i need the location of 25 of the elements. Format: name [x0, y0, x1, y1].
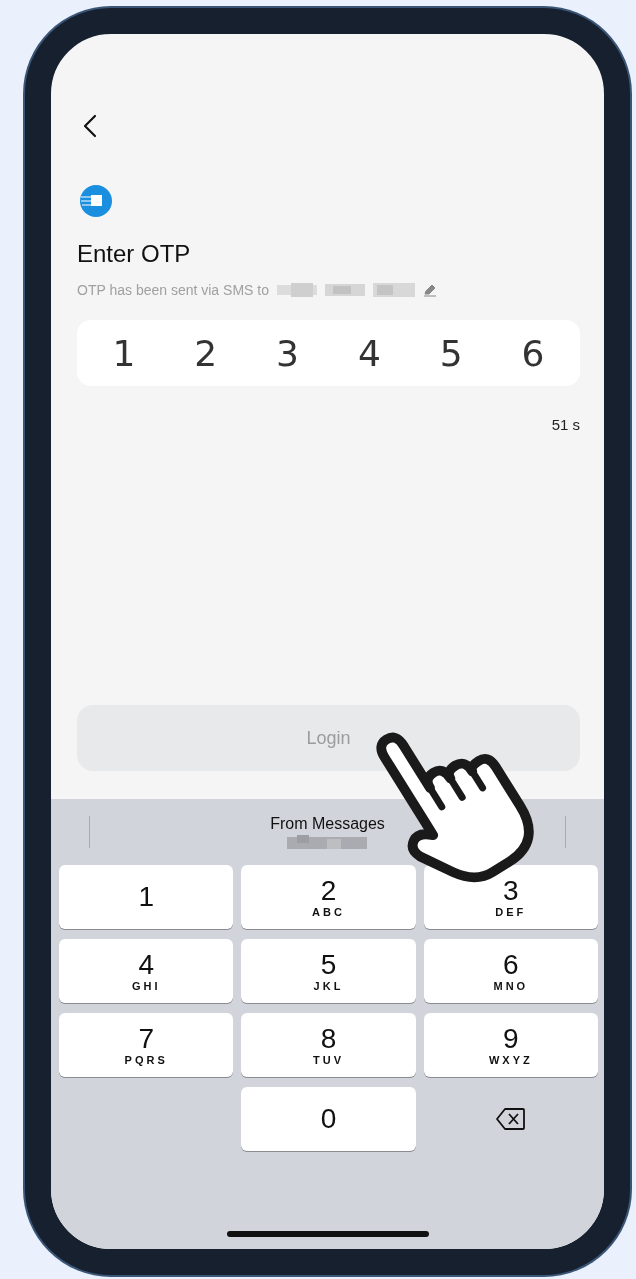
otp-digit: 4: [357, 332, 381, 374]
keypad-key[interactable]: 7 PQRS: [59, 1013, 234, 1077]
keypad-key[interactable]: 9 WXYZ: [423, 1013, 598, 1077]
keypad-key[interactable]: 6 MNO: [423, 939, 598, 1003]
subtitle-text: OTP has been sent via SMS to: [77, 282, 269, 298]
otp-digit: 1: [112, 332, 136, 374]
suggestion-text[interactable]: From Messages: [270, 815, 385, 833]
keypad-key[interactable]: 2 ABC: [241, 865, 416, 929]
countdown-timer: 51 s: [551, 416, 580, 433]
otp-field[interactable]: 1 2 3 4 5 6: [77, 320, 580, 386]
backspace-icon[interactable]: [495, 1107, 526, 1131]
logo-icon: [79, 184, 113, 218]
keypad-key[interactable]: 0: [241, 1087, 416, 1151]
keypad-key[interactable]: 4 GHI: [59, 939, 234, 1003]
keypad-key[interactable]: 1: [59, 865, 234, 929]
keypad-key[interactable]: 5 JKL: [241, 939, 416, 1003]
keypad-key[interactable]: 8 TUV: [241, 1013, 416, 1077]
back-icon[interactable]: [83, 114, 97, 138]
keypad-key[interactable]: 3 DEF: [423, 865, 598, 929]
edit-icon[interactable]: [422, 283, 437, 297]
otp-digit: 6: [521, 332, 545, 374]
otp-digit: 5: [439, 332, 463, 374]
otp-digit: 2: [194, 332, 218, 374]
otp-digit: 3: [276, 332, 299, 374]
page-title: Enter OTP: [77, 240, 191, 268]
